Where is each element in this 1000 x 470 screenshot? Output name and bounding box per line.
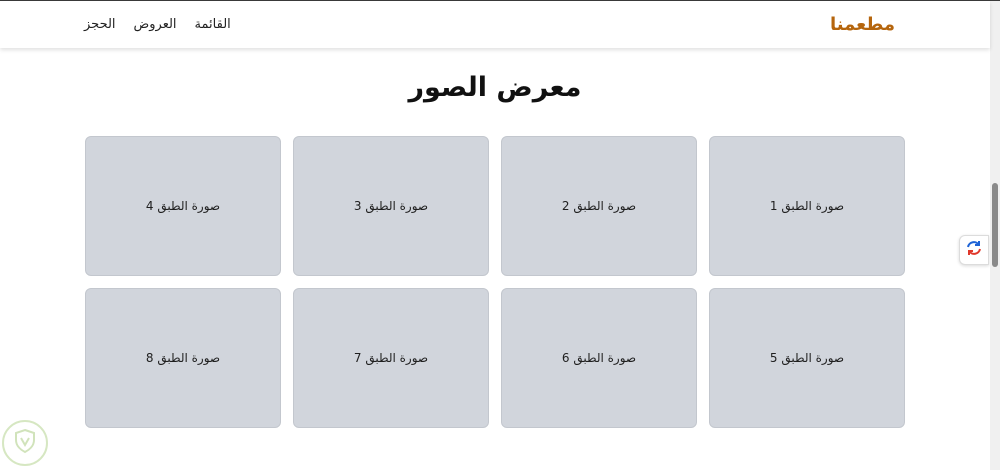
nav-item-menu[interactable]: القائمة (195, 17, 231, 32)
watermark-badge (2, 420, 48, 466)
gallery-grid: صورة الطبق 1 صورة الطبق 2 صورة الطبق 3 ص… (85, 136, 905, 428)
nav-item-offers[interactable]: العروض (134, 17, 177, 32)
gallery-item[interactable]: صورة الطبق 8 (85, 288, 281, 428)
gallery-item[interactable]: صورة الطبق 7 (293, 288, 489, 428)
site-logo[interactable]: مطعمنا (830, 14, 895, 35)
gallery-item[interactable]: صورة الطبق 4 (85, 136, 281, 276)
page-title: معرض الصور (408, 72, 582, 103)
gallery-item[interactable]: صورة الطبق 6 (501, 288, 697, 428)
scrollbar-thumb[interactable] (992, 183, 998, 267)
gallery-item[interactable]: صورة الطبق 1 (709, 136, 905, 276)
shield-icon (13, 428, 37, 458)
gallery-item[interactable]: صورة الطبق 3 (293, 136, 489, 276)
vertical-scrollbar[interactable] (990, 1, 1000, 470)
gallery-item[interactable]: صورة الطبق 5 (709, 288, 905, 428)
site-header: مطعمنا القائمة العروض الحجز (0, 1, 990, 48)
gallery-item[interactable]: صورة الطبق 2 (501, 136, 697, 276)
main-nav: القائمة العروض الحجز (84, 17, 231, 32)
sync-arrows-icon (965, 239, 983, 261)
sync-button[interactable] (959, 235, 989, 265)
nav-item-reservation[interactable]: الحجز (84, 17, 116, 32)
